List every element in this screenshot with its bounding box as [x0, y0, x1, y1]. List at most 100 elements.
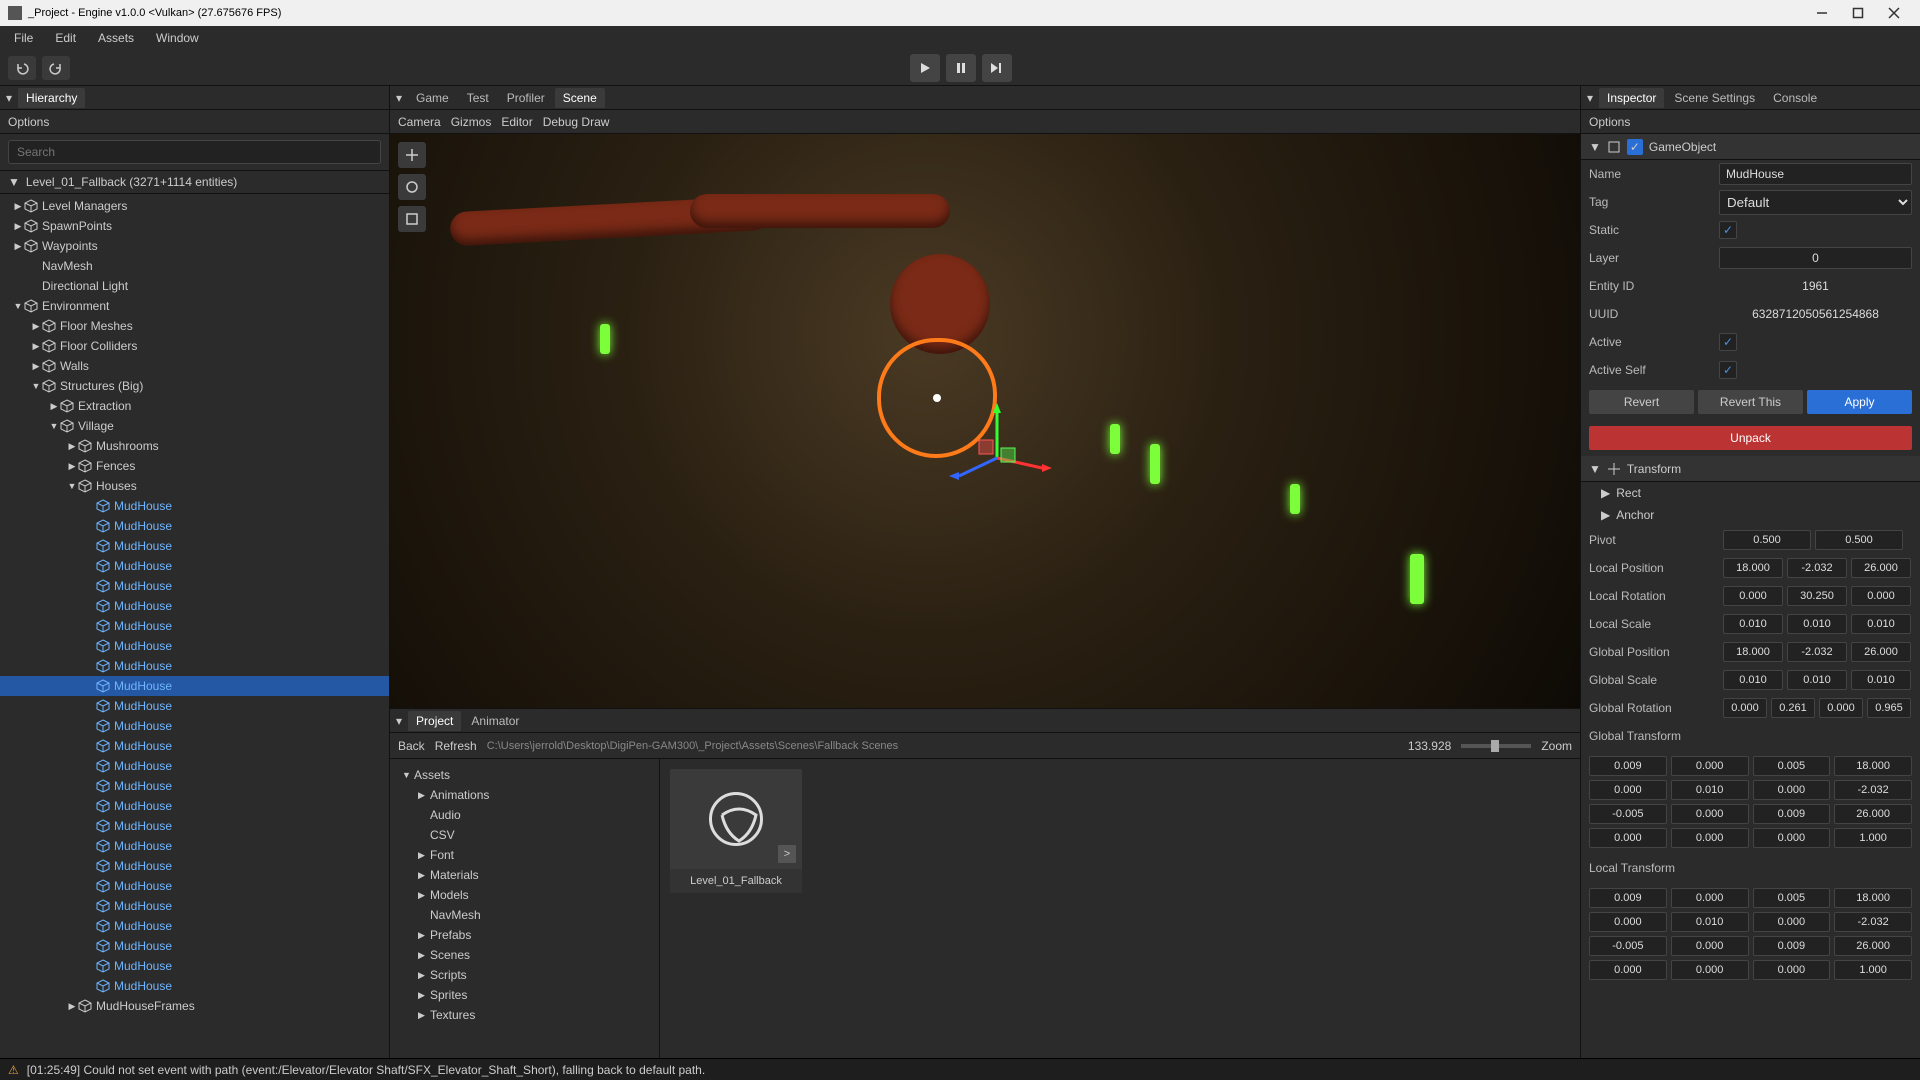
hierarchy-item[interactable]: MudHouse	[0, 916, 389, 936]
hierarchy-item[interactable]: MudHouse	[0, 856, 389, 876]
anchor-foldout[interactable]: ▶Anchor	[1581, 504, 1920, 526]
project-folder[interactable]: Audio	[390, 805, 659, 825]
hierarchy-item[interactable]: ▼Houses	[0, 476, 389, 496]
tab-animator[interactable]: Animator	[463, 711, 527, 731]
scale-tool-button[interactable]	[398, 206, 426, 232]
hierarchy-item[interactable]: MudHouse	[0, 776, 389, 796]
hierarchy-item[interactable]: ▶Floor Meshes	[0, 316, 389, 336]
hierarchy-item[interactable]: MudHouse	[0, 716, 389, 736]
move-tool-button[interactable]	[398, 142, 426, 168]
filter-icon[interactable]: ▾	[396, 91, 402, 105]
hierarchy-item[interactable]: NavMesh	[0, 256, 389, 276]
hierarchy-item[interactable]: ▶MudHouseFrames	[0, 996, 389, 1016]
hierarchy-item[interactable]: MudHouse	[0, 496, 389, 516]
hierarchy-item[interactable]: MudHouse	[0, 556, 389, 576]
hierarchy-item[interactable]: MudHouse	[0, 576, 389, 596]
hierarchy-item[interactable]: ▶Floor Colliders	[0, 336, 389, 356]
hierarchy-item[interactable]: Directional Light	[0, 276, 389, 296]
lrot-y[interactable]: 30.250	[1787, 586, 1847, 606]
project-folder[interactable]: ▶Scripts	[390, 965, 659, 985]
hierarchy-item[interactable]: ▶Level Managers	[0, 196, 389, 216]
hierarchy-item[interactable]: ▼Structures (Big)	[0, 376, 389, 396]
project-refresh-button[interactable]: Refresh	[435, 739, 477, 753]
hierarchy-item[interactable]: MudHouse	[0, 756, 389, 776]
viewport-gizmos[interactable]: Gizmos	[451, 115, 492, 129]
step-button[interactable]	[982, 54, 1012, 82]
lscl-y[interactable]: 0.010	[1787, 614, 1847, 634]
hierarchy-item[interactable]: MudHouse	[0, 796, 389, 816]
hierarchy-item[interactable]: MudHouse	[0, 736, 389, 756]
tab-profiler[interactable]: Profiler	[499, 88, 553, 108]
gameobject-enabled-checkbox[interactable]: ✓	[1627, 139, 1643, 155]
static-checkbox[interactable]	[1719, 221, 1737, 239]
lrot-x[interactable]: 0.000	[1723, 586, 1783, 606]
hierarchy-item[interactable]: MudHouse	[0, 876, 389, 896]
lscl-x[interactable]: 0.010	[1723, 614, 1783, 634]
lscl-z[interactable]: 0.010	[1851, 614, 1911, 634]
hierarchy-item[interactable]: ▼Environment	[0, 296, 389, 316]
name-field[interactable]	[1719, 163, 1912, 185]
project-folder[interactable]: ▶Animations	[390, 785, 659, 805]
hierarchy-item[interactable]: MudHouse	[0, 536, 389, 556]
hierarchy-item[interactable]: MudHouse	[0, 596, 389, 616]
hierarchy-item[interactable]: MudHouse	[0, 976, 389, 996]
project-folder[interactable]: CSV	[390, 825, 659, 845]
project-folder[interactable]: ▶Models	[390, 885, 659, 905]
filter-icon[interactable]: ▾	[6, 91, 12, 105]
revert-this-button[interactable]: Revert This	[1698, 390, 1803, 414]
hierarchy-item[interactable]: ▶SpawnPoints	[0, 216, 389, 236]
hierarchy-item[interactable]: ▶Fences	[0, 456, 389, 476]
lpos-x[interactable]: 18.000	[1723, 558, 1783, 578]
hierarchy-item[interactable]: MudHouse	[0, 676, 389, 696]
project-folder[interactable]: ▶Materials	[390, 865, 659, 885]
lpos-y[interactable]: -2.032	[1787, 558, 1847, 578]
project-folder[interactable]: NavMesh	[390, 905, 659, 925]
gameobject-header[interactable]: ▼ ✓ GameObject	[1581, 134, 1920, 160]
menu-assets[interactable]: Assets	[88, 28, 144, 48]
revert-button[interactable]: Revert	[1589, 390, 1694, 414]
hierarchy-item[interactable]: ▶Walls	[0, 356, 389, 376]
hierarchy-item[interactable]: ▶Mushrooms	[0, 436, 389, 456]
menu-window[interactable]: Window	[146, 28, 209, 48]
rect-foldout[interactable]: ▶Rect	[1581, 482, 1920, 504]
pivot-x[interactable]: 0.500	[1723, 530, 1811, 550]
pause-button[interactable]	[946, 54, 976, 82]
hierarchy-item[interactable]: MudHouse	[0, 616, 389, 636]
tab-project[interactable]: Project	[408, 711, 461, 731]
hierarchy-item[interactable]: ▶Extraction	[0, 396, 389, 416]
undo-button[interactable]	[8, 56, 36, 80]
tab-inspector[interactable]: Inspector	[1599, 88, 1664, 108]
tag-dropdown[interactable]: Default	[1719, 190, 1912, 215]
hierarchy-item[interactable]: MudHouse	[0, 696, 389, 716]
tab-scene[interactable]: Scene	[555, 88, 605, 108]
hierarchy-item[interactable]: MudHouse	[0, 936, 389, 956]
hierarchy-item[interactable]: MudHouse	[0, 836, 389, 856]
menu-file[interactable]: File	[4, 28, 43, 48]
viewport-debug-draw[interactable]: Debug Draw	[543, 115, 610, 129]
unpack-button[interactable]: Unpack	[1589, 426, 1912, 450]
hierarchy-item[interactable]: MudHouse	[0, 656, 389, 676]
project-back-button[interactable]: Back	[398, 739, 425, 753]
viewport-editor[interactable]: Editor	[501, 115, 532, 129]
tab-console[interactable]: Console	[1765, 88, 1825, 108]
transform-header[interactable]: ▼ Transform	[1581, 456, 1920, 482]
hierarchy-item[interactable]: MudHouse	[0, 896, 389, 916]
project-folder[interactable]: ▶Sprites	[390, 985, 659, 1005]
project-folder[interactable]: ▶Textures	[390, 1005, 659, 1025]
scene-viewport[interactable]	[390, 134, 1580, 708]
hierarchy-item[interactable]: MudHouse	[0, 956, 389, 976]
viewport-camera[interactable]: Camera	[398, 115, 441, 129]
tab-test[interactable]: Test	[459, 88, 497, 108]
filter-icon[interactable]: ▾	[396, 714, 402, 728]
menu-edit[interactable]: Edit	[45, 28, 86, 48]
redo-button[interactable]	[42, 56, 70, 80]
apply-button[interactable]: Apply	[1807, 390, 1912, 414]
tab-scene-settings[interactable]: Scene Settings	[1666, 88, 1763, 108]
hierarchy-item[interactable]: ▶Waypoints	[0, 236, 389, 256]
asset-tile-scene[interactable]: > Level_01_Fallback	[670, 769, 802, 893]
lrot-z[interactable]: 0.000	[1851, 586, 1911, 606]
hierarchy-search-input[interactable]	[8, 140, 381, 164]
filter-icon[interactable]: ▾	[1587, 91, 1593, 105]
play-button[interactable]	[910, 54, 940, 82]
pivot-y[interactable]: 0.500	[1815, 530, 1903, 550]
